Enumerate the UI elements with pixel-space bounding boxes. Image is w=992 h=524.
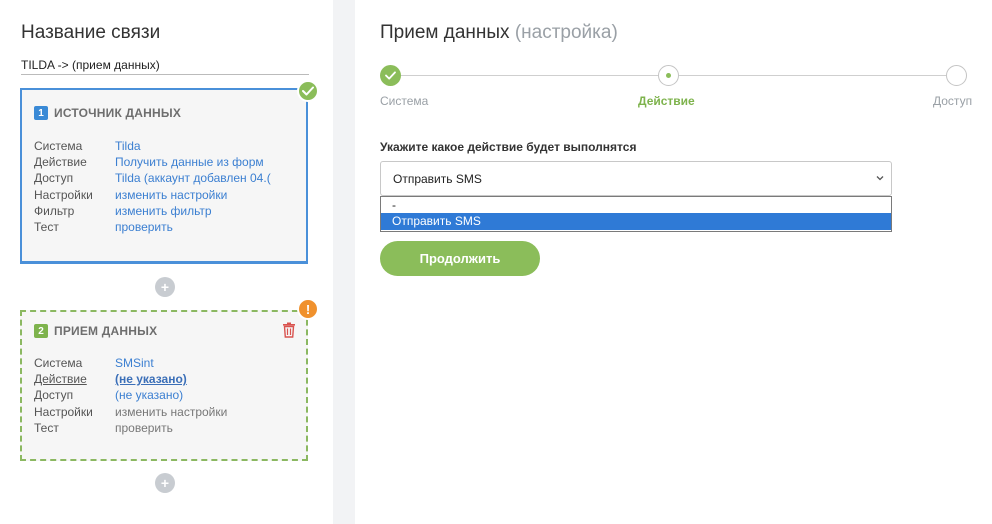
step-label-action[interactable]: Действие (638, 94, 695, 108)
stepper-line (401, 75, 658, 76)
step-label-access[interactable]: Доступ (933, 94, 972, 108)
source-row-key: Система (34, 139, 83, 153)
connection-name-underline (21, 74, 309, 75)
source-row-settings: Настройки изменить настройки (34, 187, 301, 203)
receive-test-link[interactable]: проверить (115, 420, 301, 436)
action-select-value: Отправить SMS (393, 171, 482, 186)
continue-button[interactable]: Продолжить (380, 241, 540, 276)
warning-icon: ! (297, 298, 319, 320)
stepper-line (679, 75, 946, 76)
source-row-key: Фильтр (34, 203, 75, 218)
add-step-button[interactable]: + (155, 277, 175, 297)
action-field-label: Укажите какое действие будет выполнятся (380, 140, 637, 154)
receive-card-title: ПРИЕМ ДАННЫХ (54, 324, 158, 338)
receive-settings-link[interactable]: изменить настройки (115, 404, 301, 420)
receive-row-key: Доступ (34, 388, 74, 403)
page-title: Прием данных (настройка) (380, 22, 618, 44)
add-step-button[interactable]: + (155, 473, 175, 493)
connection-sidebar: Название связи TILDA -> (прием данных) 1… (0, 0, 333, 524)
receive-row-settings: Настройки изменить настройки (34, 404, 301, 420)
page-title-main: Прием данных (380, 22, 510, 43)
source-row-action: Действие Получить данные из форм (34, 154, 301, 170)
source-row-key: Настройки (34, 187, 93, 202)
source-access-link[interactable]: Tilda (аккаунт добавлен 04.( (115, 170, 301, 186)
chevron-down-icon (876, 176, 884, 181)
step-active-dot-icon[interactable] (658, 65, 679, 86)
receive-action-link[interactable]: (не указано) (115, 371, 301, 387)
source-row-key: Тест (34, 220, 59, 235)
source-test-link[interactable]: проверить (115, 219, 301, 235)
action-dropdown-list[interactable]: - Отправить SMS (380, 196, 892, 232)
receive-card-header: 2 ПРИЕМ ДАННЫХ (34, 324, 157, 338)
source-row-access: Доступ Tilda (аккаунт добавлен 04.( (34, 170, 301, 186)
receive-row-key: Тест (34, 420, 59, 435)
receive-row-test: Тест проверить (34, 420, 301, 436)
receive-row-key: Действие (34, 372, 87, 387)
receive-row-action: Действие (не указано) (34, 371, 301, 387)
trash-icon[interactable] (282, 322, 296, 338)
source-row-test: Тест проверить (34, 219, 301, 235)
receive-card[interactable]: 2 ПРИЕМ ДАННЫХ Система SMSint Действие (… (20, 310, 308, 461)
source-row-key: Действие (34, 155, 87, 170)
source-row-key: Доступ (34, 171, 74, 186)
source-row-system: Система Tilda (34, 138, 301, 154)
source-step-number: 1 (34, 106, 48, 120)
connection-title: Название связи (21, 22, 161, 43)
connection-name-input[interactable]: TILDA -> (прием данных) (21, 58, 160, 72)
source-row-filter: Фильтр изменить фильтр (34, 203, 301, 219)
source-card-title: ИСТОЧНИК ДАННЫХ (54, 106, 182, 120)
receive-card-details: Система SMSint Действие (не указано) Дос… (34, 355, 301, 436)
dropdown-option-selected[interactable]: Отправить SMS (381, 213, 891, 230)
source-action-link[interactable]: Получить данные из форм (115, 154, 301, 170)
receive-step-number: 2 (34, 324, 48, 338)
check-icon (297, 80, 319, 102)
panel-divider (333, 0, 355, 524)
source-card[interactable]: 1 ИСТОЧНИК ДАННЫХ Система Tilda Действие… (20, 88, 308, 264)
receive-row-system: Система SMSint (34, 355, 301, 371)
action-select[interactable]: Отправить SMS (380, 161, 892, 196)
page-title-sub: (настройка) (514, 22, 618, 43)
step-done-check-icon[interactable] (380, 65, 401, 86)
receive-system-link[interactable]: SMSint (115, 355, 301, 371)
source-settings-link[interactable]: изменить настройки (115, 187, 301, 203)
receive-access-link[interactable]: (не указано) (115, 387, 301, 403)
source-card-header: 1 ИСТОЧНИК ДАННЫХ (34, 106, 181, 120)
source-system-link[interactable]: Tilda (115, 138, 301, 154)
receive-row-access: Доступ (не указано) (34, 387, 301, 403)
step-pending-circle-icon[interactable] (946, 65, 967, 86)
receive-row-key: Настройки (34, 404, 93, 419)
dropdown-option[interactable]: - (381, 197, 891, 213)
receive-row-key: Система (34, 356, 83, 370)
source-card-details: Система Tilda Действие Получить данные и… (34, 138, 301, 235)
source-filter-link[interactable]: изменить фильтр (115, 203, 301, 219)
step-label-system[interactable]: Система (380, 94, 428, 108)
